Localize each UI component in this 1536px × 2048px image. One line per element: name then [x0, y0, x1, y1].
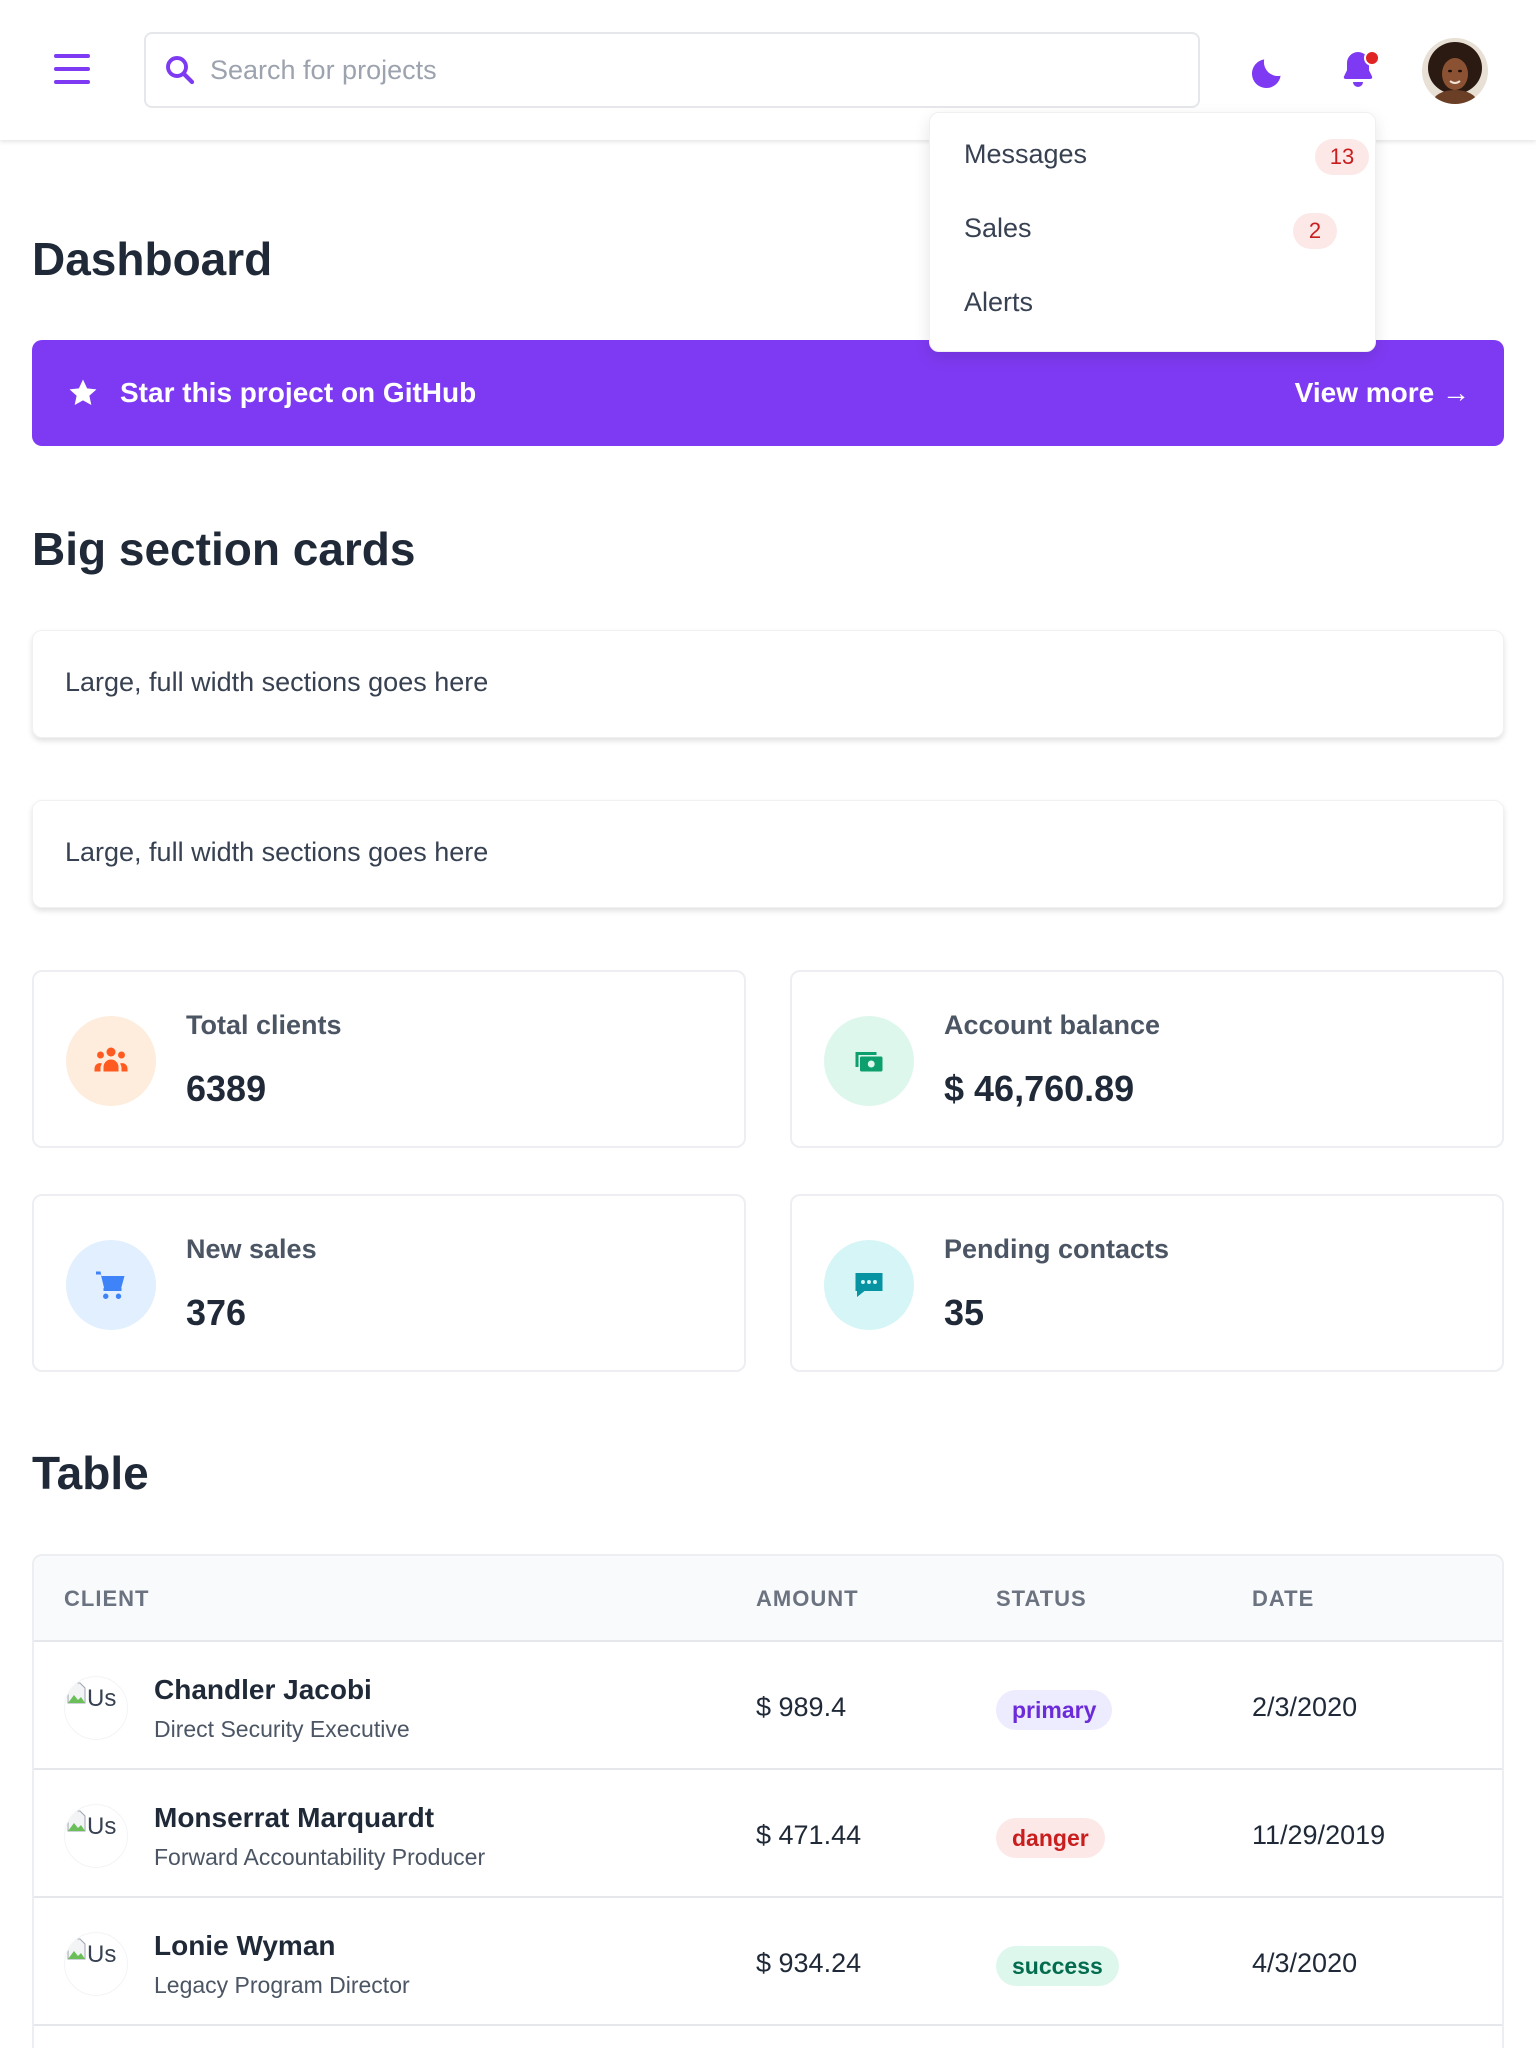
section-title-table: Table — [32, 1447, 149, 1499]
cash-icon — [855, 1052, 883, 1072]
dropdown-item-alerts[interactable]: Alerts — [930, 271, 1377, 335]
notification-dot — [1364, 50, 1380, 66]
client-role: Forward Accountability Producer — [154, 1844, 486, 1870]
stat-label: Account balance — [944, 1010, 1161, 1040]
column-header-amount: AMOUNT — [756, 1586, 859, 1611]
stat-icon-circle — [824, 1016, 914, 1106]
view-more-link[interactable]: View more → — [1295, 377, 1470, 409]
moon-icon[interactable] — [1246, 46, 1294, 94]
stat-value: 376 — [186, 1292, 247, 1333]
dropdown-item-label: Sales — [964, 213, 1032, 243]
date-cell: 2/3/2020 — [1252, 1692, 1358, 1722]
page-title: Dashboard — [32, 233, 273, 285]
user-photo-icon — [1422, 38, 1488, 104]
stat-value: 35 — [944, 1292, 985, 1333]
stat-icon-circle — [66, 1240, 156, 1330]
stat-value: 6389 — [186, 1068, 267, 1109]
avatar[interactable] — [1422, 38, 1488, 104]
messages-count-badge: 13 — [1315, 139, 1369, 175]
menu-icon[interactable] — [54, 54, 90, 84]
cart-icon — [96, 1271, 125, 1299]
client-avatar: Us — [64, 1932, 128, 1996]
amount-cell: $ 471.44 — [756, 1820, 862, 1850]
date-cell: 4/3/2020 — [1252, 1948, 1358, 1978]
amount-cell: $ 989.4 — [756, 1692, 847, 1722]
banner-text: Star this project on GitHub — [120, 377, 477, 408]
stat-card-total-clients: Total clients 6389 — [32, 970, 746, 1148]
dropdown-item-messages[interactable]: Messages 13 — [930, 123, 1377, 187]
image-alt-text: Us — [87, 1813, 117, 1840]
client-avatar: Us — [64, 1676, 128, 1740]
stat-label: New sales — [186, 1234, 317, 1264]
stat-icon-circle — [824, 1240, 914, 1330]
stat-label: Pending contacts — [944, 1234, 1170, 1264]
big-section-card: Large, full width sections goes here — [32, 800, 1504, 908]
dropdown-item-label: Alerts — [964, 287, 1034, 317]
client-name: Chandler Jacobi — [154, 1674, 372, 1705]
star-icon — [69, 379, 97, 406]
amount-cell: $ 934.24 — [756, 1948, 862, 1978]
users-icon — [94, 1047, 128, 1072]
column-header-date: DATE — [1252, 1586, 1315, 1611]
image-alt-text: Us — [87, 1941, 117, 1968]
dropdown-item-sales[interactable]: Sales 2 — [930, 197, 1377, 261]
card-text: Large, full width sections goes here — [65, 667, 489, 697]
table-row[interactable]: Us Lonie Wyman Legacy Program Director $… — [34, 1898, 1502, 2026]
dropdown-item-label: Messages — [964, 139, 1088, 169]
client-role: Legacy Program Director — [154, 1972, 410, 1998]
stat-label: Total clients — [186, 1010, 342, 1040]
broken-image-icon — [67, 1682, 86, 1704]
search-bar — [144, 32, 1200, 108]
status-badge: success — [996, 1946, 1119, 1986]
stat-icon-circle — [66, 1016, 156, 1106]
image-alt-text: Us — [87, 1685, 117, 1712]
client-avatar: Us — [64, 1804, 128, 1868]
stat-value: $ 46,760.89 — [944, 1068, 1135, 1109]
table-row[interactable]: Us Chandler Jacobi Direct Security Execu… — [34, 1642, 1502, 1770]
table-header: CLIENT AMOUNT STATUS DATE — [34, 1556, 1502, 1642]
search-input[interactable] — [210, 48, 1170, 92]
chat-icon — [855, 1273, 883, 1297]
stat-card-new-sales: New sales 376 — [32, 1194, 746, 1372]
client-name: Monserrat Marquardt — [154, 1802, 435, 1833]
card-text: Large, full width sections goes here — [65, 837, 489, 867]
github-star-banner[interactable]: Star this project on GitHub View more → — [32, 340, 1504, 446]
date-cell: 11/29/2019 — [1252, 1820, 1386, 1850]
broken-image-icon — [67, 1938, 86, 1960]
table-row[interactable]: Us Monserrat Marquardt Forward Accountab… — [34, 1770, 1502, 1898]
client-name: Lonie Wyman — [154, 1930, 336, 1961]
stat-card-account-balance: Account balance $ 46,760.89 — [790, 970, 1504, 1148]
sales-count-badge: 2 — [1293, 213, 1337, 249]
broken-image-icon — [67, 1810, 86, 1832]
search-icon — [166, 56, 195, 85]
clients-table: CLIENT AMOUNT STATUS DATE Us Chandler Ja… — [32, 1554, 1504, 2048]
status-badge: danger — [996, 1818, 1105, 1858]
column-header-client: CLIENT — [64, 1586, 150, 1611]
client-role: Direct Security Executive — [154, 1716, 410, 1742]
big-section-card: Large, full width sections goes here — [32, 630, 1504, 738]
column-header-status: STATUS — [996, 1586, 1087, 1611]
stat-card-pending-contacts: Pending contacts 35 — [790, 1194, 1504, 1372]
status-badge: primary — [996, 1690, 1113, 1730]
notifications-dropdown: Messages 13 Sales 2 Alerts — [929, 112, 1376, 352]
section-title-big-cards: Big section cards — [32, 523, 416, 575]
